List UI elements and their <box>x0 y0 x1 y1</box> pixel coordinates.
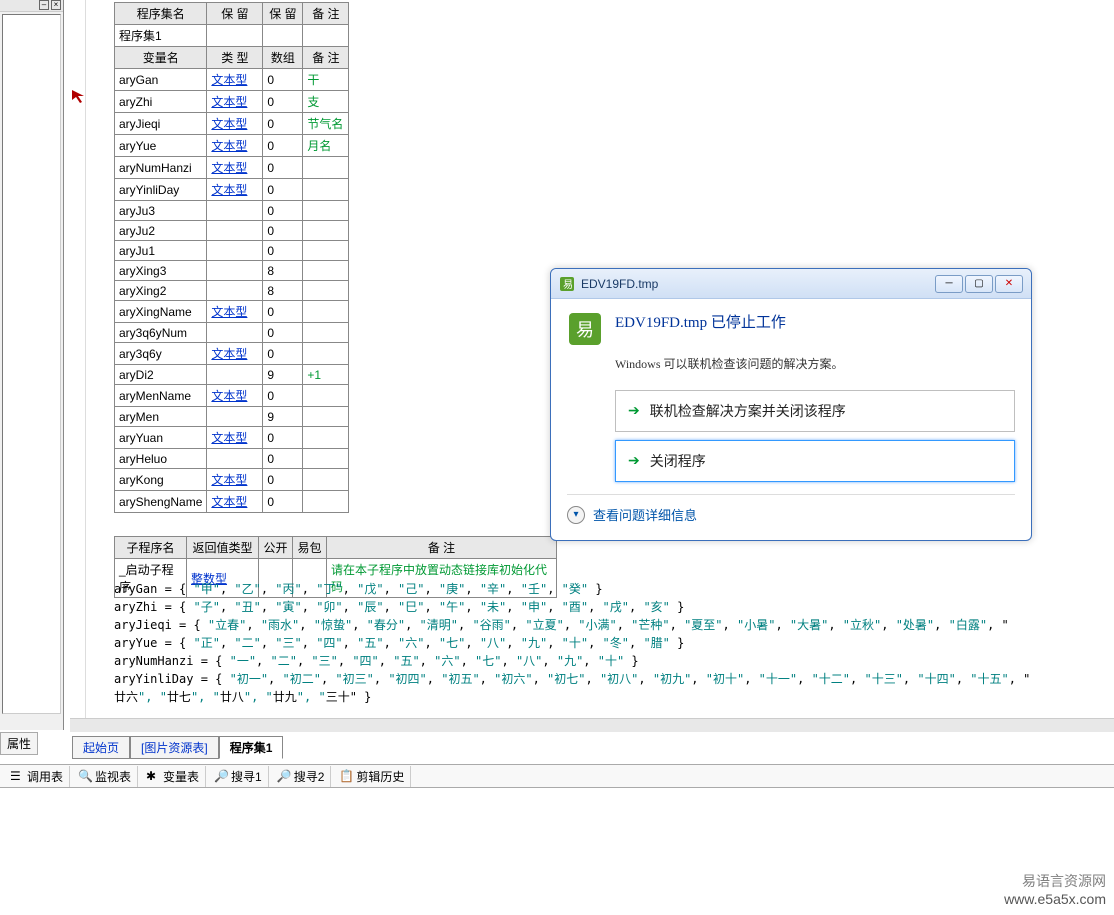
watermark-text: 易语言资源网 <box>1004 871 1106 891</box>
table-row[interactable]: aryYuan文本型0 <box>115 427 349 449</box>
type-link[interactable]: 文本型 <box>211 95 247 109</box>
code-text[interactable]: aryGan = { "甲", "乙", "丙", "丁", "戊", "己",… <box>114 580 1114 706</box>
svg-text:易: 易 <box>563 279 573 291</box>
table-header-row: 变量名 类 型 数组 备 注 <box>115 47 349 69</box>
dialog-heading: EDV19FD.tmp 已停止工作 <box>615 311 786 332</box>
col-note: 备 注 <box>303 3 349 25</box>
table-row[interactable]: aryDi29+1 <box>115 365 349 385</box>
type-link[interactable]: 文本型 <box>211 347 247 361</box>
table-row[interactable]: aryZhi文本型0支 <box>115 91 349 113</box>
table-row[interactable]: aryMenName文本型0 <box>115 385 349 407</box>
table-row[interactable]: aryShengName文本型0 <box>115 491 349 513</box>
table-row[interactable]: ary3q6yNum0 <box>115 323 349 343</box>
table-row[interactable]: aryYinliDay文本型0 <box>115 179 349 201</box>
error-dialog: 易 EDV19FD.tmp ─ ▢ ✕ 易 EDV19FD.tmp 已停止工作 … <box>550 268 1032 541</box>
list-icon: ☰ <box>10 769 24 783</box>
table-row[interactable]: aryJu30 <box>115 201 349 221</box>
watermark: 易语言资源网 www.e5a5x.com <box>1004 871 1106 907</box>
table-row[interactable]: aryGan文本型0干 <box>115 69 349 91</box>
tab-program-set[interactable]: 程序集1 <box>219 736 284 759</box>
dialog-close-button[interactable]: ✕ <box>995 275 1023 293</box>
tab-image-resource[interactable]: [图片资源表] <box>130 736 219 759</box>
app-large-icon: 易 <box>567 311 603 347</box>
app-icon: 易 <box>559 276 575 292</box>
arrow-right-icon: ➔ <box>628 453 640 470</box>
document-tabs: 起始页 [图片资源表] 程序集1 <box>72 736 283 759</box>
properties-tab[interactable]: 属性 <box>0 732 38 755</box>
left-dock-panel: – × <box>0 0 64 730</box>
table-row[interactable]: aryXingName文本型0 <box>115 301 349 323</box>
tab-start[interactable]: 起始页 <box>72 736 130 759</box>
watch-table-button[interactable]: 🔍监视表 <box>72 766 138 787</box>
type-link[interactable]: 文本型 <box>211 431 247 445</box>
search1-button[interactable]: 🔎搜寻1 <box>208 766 269 787</box>
table-header-row: 程序集名 保 留 保 留 备 注 <box>115 3 349 25</box>
type-link[interactable]: 文本型 <box>211 473 247 487</box>
action-close-program[interactable]: ➔ 关闭程序 <box>615 440 1015 482</box>
variable-table: 程序集名 保 留 保 留 备 注 程序集1 变量名 类 型 数组 备 注 ary… <box>114 2 349 513</box>
search-icon: 🔎 <box>277 769 291 783</box>
dialog-minimize-button[interactable]: ─ <box>935 275 963 293</box>
clipboard-icon: 📋 <box>339 769 353 783</box>
horizontal-scrollbar[interactable] <box>70 718 1114 732</box>
vars-icon: ✱ <box>146 769 160 783</box>
dialog-body: 易 EDV19FD.tmp 已停止工作 Windows 可以联机检查该问题的解决… <box>551 299 1031 540</box>
table-header-row: 子程序名 返回值类型 公开 易包 备 注 <box>115 537 557 559</box>
type-link[interactable]: 文本型 <box>211 389 247 403</box>
dialog-title: EDV19FD.tmp <box>581 277 935 291</box>
var-table-button[interactable]: ✱变量表 <box>140 766 206 787</box>
arrow-red-icon <box>70 88 86 104</box>
col-keep2: 保 留 <box>263 3 303 25</box>
table-row[interactable]: aryMen9 <box>115 407 349 427</box>
magnifier-icon: 🔍 <box>78 769 92 783</box>
type-link[interactable]: 文本型 <box>211 183 247 197</box>
type-link[interactable]: 文本型 <box>211 139 247 153</box>
action-check-online[interactable]: ➔ 联机检查解决方案并关闭该程序 <box>615 390 1015 432</box>
svg-text:易: 易 <box>576 320 594 340</box>
table-row[interactable]: aryXing28 <box>115 281 349 301</box>
table-row[interactable]: aryYue文本型0月名 <box>115 135 349 157</box>
col-name: 程序集名 <box>115 3 207 25</box>
call-table-button[interactable]: ☰调用表 <box>4 766 70 787</box>
dialog-details-toggle[interactable]: ▾ 查看问题详细信息 <box>567 494 1015 524</box>
chevron-down-icon: ▾ <box>567 506 585 524</box>
table-row[interactable]: aryXing38 <box>115 261 349 281</box>
table-row[interactable]: aryNumHanzi文本型0 <box>115 157 349 179</box>
bottom-toolbar: ☰调用表 🔍监视表 ✱变量表 🔎搜寻1 🔎搜寻2 📋剪辑历史 <box>0 764 1114 788</box>
table-row[interactable]: aryJu10 <box>115 241 349 261</box>
table-row[interactable]: 程序集1 <box>115 25 349 47</box>
table-row[interactable]: aryJu20 <box>115 221 349 241</box>
search-icon: 🔎 <box>214 769 228 783</box>
dialog-maximize-button[interactable]: ▢ <box>965 275 993 293</box>
arrow-right-icon: ➔ <box>628 403 640 420</box>
table-row[interactable]: aryKong文本型0 <box>115 469 349 491</box>
dialog-titlebar[interactable]: 易 EDV19FD.tmp ─ ▢ ✕ <box>551 269 1031 299</box>
panel-header: – × <box>0 0 63 12</box>
type-link[interactable]: 文本型 <box>211 495 247 509</box>
table-row[interactable]: aryHeluo0 <box>115 449 349 469</box>
type-link[interactable]: 文本型 <box>211 73 247 87</box>
table-row[interactable]: ary3q6y文本型0 <box>115 343 349 365</box>
panel-body <box>2 14 61 714</box>
table-row[interactable]: aryJieqi文本型0节气名 <box>115 113 349 135</box>
col-keep1: 保 留 <box>207 3 263 25</box>
type-link[interactable]: 文本型 <box>211 117 247 131</box>
type-link[interactable]: 文本型 <box>211 305 247 319</box>
panel-close-icon[interactable]: × <box>51 0 61 10</box>
watermark-url: www.e5a5x.com <box>1004 891 1106 907</box>
dialog-subtext: Windows 可以联机检查该问题的解决方案。 <box>615 355 1015 372</box>
panel-minimize-icon[interactable]: – <box>39 0 49 10</box>
clipboard-history-button[interactable]: 📋剪辑历史 <box>333 766 411 787</box>
search2-button[interactable]: 🔎搜寻2 <box>271 766 332 787</box>
type-link[interactable]: 文本型 <box>211 161 247 175</box>
